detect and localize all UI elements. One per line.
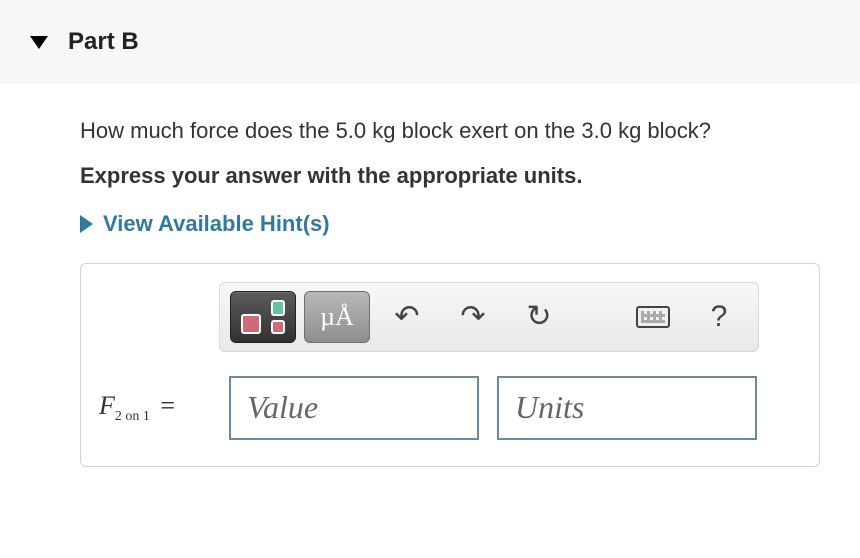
templates-button[interactable] xyxy=(230,291,296,343)
help-icon: ? xyxy=(711,300,728,334)
equation-toolbar: µÅ ↶ ↷ ↻ ? xyxy=(219,282,759,352)
answer-box: µÅ ↶ ↷ ↻ ? F2 on 1 = xyxy=(80,263,820,467)
undo-button[interactable]: ↶ xyxy=(378,291,436,343)
question-text: How much force does the 5.0 kg block exe… xyxy=(80,116,820,147)
mu-angstrom-icon: µÅ xyxy=(320,302,354,332)
undo-icon: ↶ xyxy=(394,299,419,334)
part-body: How much force does the 5.0 kg block exe… xyxy=(0,84,820,467)
units-input[interactable] xyxy=(497,376,757,440)
reset-button[interactable]: ↻ xyxy=(510,291,568,343)
redo-button[interactable]: ↷ xyxy=(444,291,502,343)
value-input[interactable] xyxy=(229,376,479,440)
instruction-text: Express your answer with the appropriate… xyxy=(80,163,820,189)
part-header[interactable]: Part B xyxy=(0,0,860,84)
templates-icon xyxy=(241,300,285,334)
hints-label: View Available Hint(s) xyxy=(103,211,330,237)
help-button[interactable]: ? xyxy=(690,291,748,343)
keyboard-icon xyxy=(636,306,670,328)
keyboard-button[interactable] xyxy=(624,291,682,343)
special-chars-button[interactable]: µÅ xyxy=(304,291,370,343)
caret-right-icon xyxy=(80,215,93,233)
view-hints-toggle[interactable]: View Available Hint(s) xyxy=(80,211,820,237)
part-title: Part B xyxy=(68,28,139,56)
redo-icon: ↷ xyxy=(460,299,485,334)
answer-variable: F2 on 1 = xyxy=(99,391,211,425)
caret-down-icon xyxy=(30,36,48,49)
answer-input-row: F2 on 1 = xyxy=(99,376,801,440)
reset-icon: ↻ xyxy=(526,299,551,334)
